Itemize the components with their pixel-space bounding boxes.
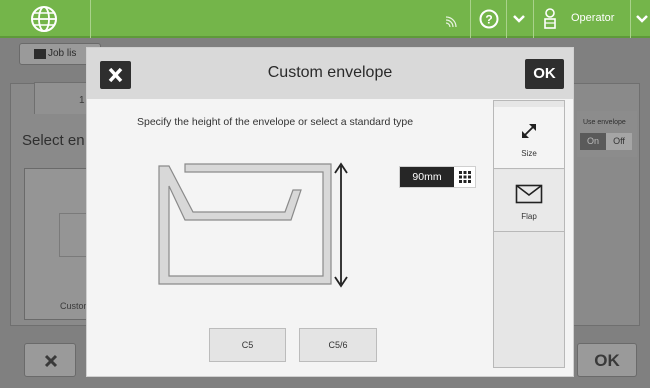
background-card-label: Custor [60,301,87,311]
toggle-on: On [580,133,606,150]
height-input[interactable]: 90mm [399,166,476,188]
custom-envelope-dialog: Custom envelope OK Specify the height of… [86,47,574,377]
background-ok-button: OK [577,343,637,377]
job-list-icon [34,49,46,59]
help-icon[interactable]: ? [479,9,499,29]
svg-text:?: ? [485,13,492,27]
dialog-title: Custom envelope [267,64,393,81]
envelope-diagram [158,162,348,288]
side-tabs: Size Flap [493,100,565,368]
user-icon[interactable] [543,8,557,30]
top-bar: ? Operator [0,0,650,38]
chevron-down-icon[interactable] [512,14,526,24]
background-envelope-card [24,168,99,320]
tab-size[interactable]: Size [494,107,564,169]
toggle-off: Off [606,133,632,150]
tab-flap[interactable]: Flap [494,170,564,232]
c5-6-button[interactable]: C5/6 [299,328,377,362]
c5-button[interactable]: C5 [209,328,286,362]
operator-label[interactable]: Operator [571,12,614,24]
tab-size-label: Size [521,149,537,158]
use-envelope-toggle: Use envelope On Off [577,111,637,157]
ok-button[interactable]: OK [525,59,564,89]
dialog-header: Custom envelope OK [87,48,573,99]
keypad-icon[interactable] [458,170,472,184]
background-select-text: Select en [22,132,85,149]
chevron-down-icon[interactable] [635,14,649,24]
resize-icon [522,124,536,138]
instruction-text: Specify the height of the envelope or se… [137,116,414,128]
background-cancel-button [24,343,76,377]
globe-icon[interactable] [30,5,58,33]
tab-flap-label: Flap [521,212,537,221]
background-tab: 1 [34,82,90,114]
close-icon [44,354,58,368]
flap-icon [515,184,543,204]
wifi-icon [445,16,457,27]
job-list-label: Job lis [48,48,77,59]
use-envelope-label: Use envelope [583,119,626,126]
background-tab-label: 1 [79,95,85,106]
height-value[interactable]: 90mm [400,167,454,187]
